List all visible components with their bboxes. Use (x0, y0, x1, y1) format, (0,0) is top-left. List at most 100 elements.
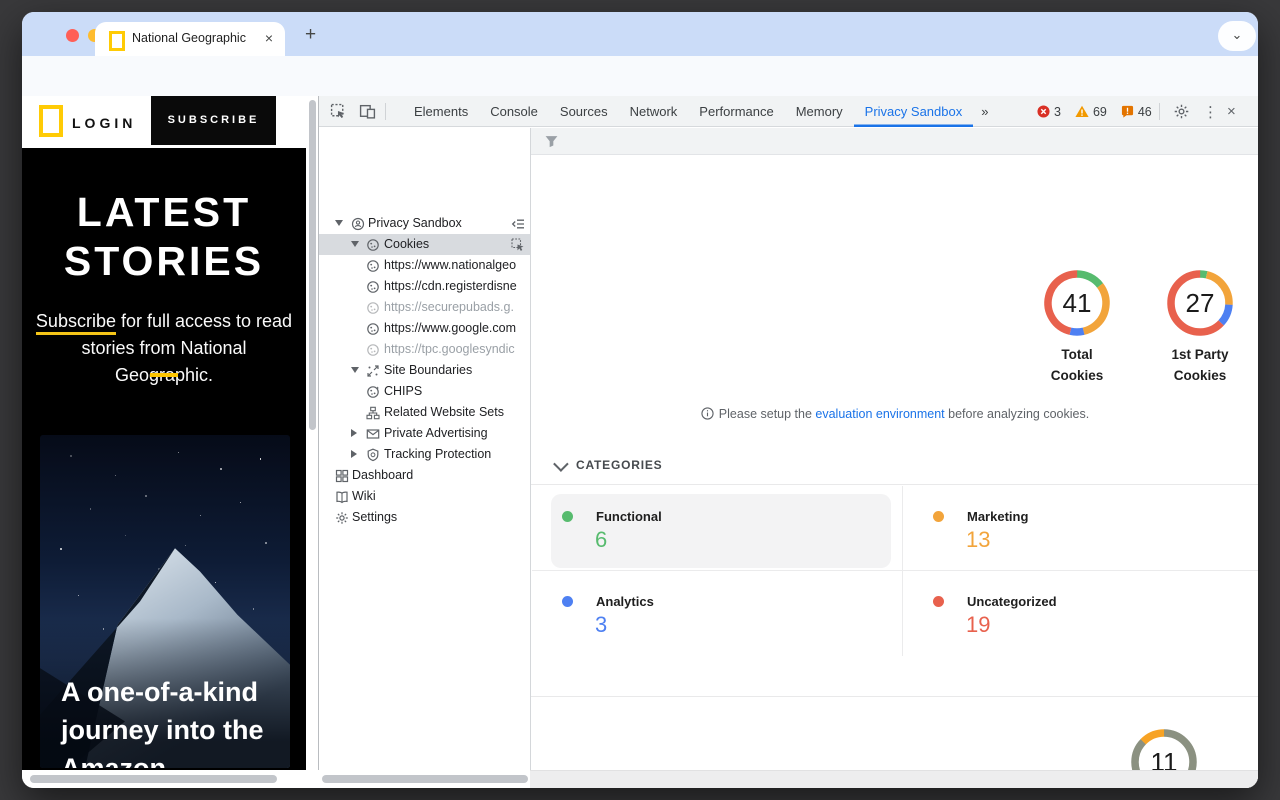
tree-item-dashboard[interactable]: Dashboard (319, 465, 531, 486)
tree-item-label: https://cdn.registerdisne (384, 279, 517, 293)
inspect-element-icon[interactable] (330, 103, 347, 120)
devtools-tab-privacy-sandbox[interactable]: Privacy Sandbox (854, 96, 974, 127)
devtools-settings-gear-icon[interactable] (1173, 103, 1190, 120)
shield-icon (366, 448, 380, 462)
bottom-scrollbar-strip (22, 770, 1258, 788)
site-vertical-scrollbar[interactable] (306, 96, 318, 770)
browser-toolbar: ← → ↻ nationalgeographic.com ☆ 41 ⋮ (22, 56, 1258, 96)
expanded-arrow-icon[interactable] (351, 241, 359, 247)
donut-chart-1st-party-cookies: 27 (1164, 267, 1236, 339)
chevron-down-icon (553, 456, 569, 472)
tree-item-label: Cookies (384, 237, 429, 251)
tree-item-label: https://www.nationalgeo (384, 258, 516, 272)
browser-window: National Geographic × + ⌄ ← → ↻ national… (22, 12, 1258, 788)
devtools-tab-network[interactable]: Network (619, 96, 689, 127)
tree-hscroll-thumb[interactable] (322, 775, 528, 783)
latest-stories-heading: LATESTSTORIES (22, 188, 306, 286)
tree-item-label: CHIPS (384, 384, 422, 398)
expanded-arrow-icon[interactable] (335, 220, 343, 226)
category-color-dot (933, 511, 944, 522)
expanded-arrow-icon[interactable] (351, 367, 359, 373)
category-card-analytics[interactable]: Analytics3 (532, 571, 903, 656)
warning-icon (1075, 105, 1089, 118)
info-icon (701, 407, 714, 420)
collapsed-arrow-icon[interactable] (351, 450, 357, 458)
devtools-tab-elements[interactable]: Elements (403, 96, 479, 127)
donut-value: 27 (1164, 267, 1236, 339)
subscribe-link[interactable]: Subscribe (36, 311, 116, 335)
tree-item-cookies[interactable]: Cookies (319, 234, 531, 255)
inspect-icon[interactable] (511, 238, 525, 252)
private-ads-icon (366, 427, 380, 441)
category-color-dot (562, 596, 573, 607)
new-tab-button[interactable]: + (305, 24, 316, 46)
errors-badge[interactable]: 3 (1037, 105, 1061, 119)
category-card-uncategorized[interactable]: Uncategorized19 (903, 571, 1258, 656)
tab-search-chevron-icon[interactable]: ⌄ (1218, 21, 1256, 51)
tree-item-tracking-protection[interactable]: Tracking Protection (319, 444, 531, 465)
main-panel-hscroll-track[interactable] (530, 770, 1258, 788)
devtools-tab-sources[interactable]: Sources (549, 96, 619, 127)
privacy-sandbox-tree: Privacy Sandbox Cookies https://www.nation… (319, 128, 531, 770)
tab-close-icon[interactable]: × (265, 30, 273, 46)
devtools-tab-memory[interactable]: Memory (785, 96, 854, 127)
cookie-icon (366, 301, 380, 315)
site-boundaries-icon (366, 364, 380, 378)
tree-item-https-www-google-com[interactable]: https://www.google.com (319, 318, 531, 339)
devtools-panel: ElementsConsoleSourcesNetworkPerformance… (318, 96, 1258, 788)
donut-chart-blocked-cookies: 11 (1128, 726, 1200, 770)
tree-item-privacy-sandbox[interactable]: Privacy Sandbox (319, 213, 531, 234)
donut-label: 3rd PartyCookies (1242, 344, 1258, 386)
close-window-button[interactable] (66, 29, 79, 42)
devtools-tab-performance[interactable]: Performance (688, 96, 784, 127)
category-card-functional[interactable]: Functional6 (532, 486, 903, 571)
scrollbar-thumb[interactable] (309, 100, 316, 430)
tree-item-chips[interactable]: CHIPS (319, 381, 531, 402)
collapsed-arrow-icon[interactable] (351, 429, 357, 437)
device-toolbar-icon[interactable] (359, 103, 376, 120)
story-title[interactable]: A one-of-a-kind journey into the Amazon (61, 673, 269, 768)
tree-item-label: Privacy Sandbox (368, 216, 462, 230)
tree-item-https-securepubads-g[interactable]: https://securepubads.g. (319, 297, 531, 318)
tree-item-https-cdn-registerdisne[interactable]: https://cdn.registerdisne (319, 276, 531, 297)
donut-chart-total-cookies: 41 (1041, 267, 1113, 339)
devtools-tab-console[interactable]: Console (479, 96, 549, 127)
evaluation-environment-link[interactable]: evaluation environment (815, 407, 944, 421)
browser-tab[interactable]: National Geographic × (95, 22, 285, 56)
donut-label: 1st PartyCookies (1120, 344, 1258, 386)
login-button[interactable]: LOGIN (72, 115, 136, 131)
collapse-panel-icon[interactable] (511, 217, 525, 231)
devtools-close-icon[interactable]: × (1227, 96, 1236, 127)
site-hscroll-thumb[interactable] (30, 775, 277, 783)
category-count: 3 (595, 612, 607, 638)
cookie-icon (366, 322, 380, 336)
devtools-tabs: ElementsConsoleSourcesNetworkPerformance… (403, 96, 996, 127)
tree-item-label: Wiki (352, 489, 376, 503)
issues-icon (1121, 105, 1134, 118)
natgeo-logo[interactable] (39, 105, 63, 137)
tree-item-private-advertising[interactable]: Private Advertising (319, 423, 531, 444)
categories-section-header[interactable]: CATEGORIES (554, 458, 662, 472)
filter-funnel-icon[interactable] (544, 134, 559, 149)
tree-item-https-www-nationalgeo[interactable]: https://www.nationalgeo (319, 255, 531, 276)
more-tabs-icon[interactable]: » (973, 96, 996, 127)
category-label: Marketing (967, 509, 1028, 524)
warnings-badge[interactable]: 69 (1075, 105, 1107, 119)
category-count: 13 (966, 527, 990, 553)
tree-item-related-website-sets[interactable]: Related Website Sets (319, 402, 531, 423)
story-card[interactable]: A one-of-a-kind journey into the Amazon (40, 435, 290, 768)
category-count: 6 (595, 527, 607, 553)
subscribe-button[interactable]: SUBSCRIBE (151, 96, 276, 145)
tree-item-wiki[interactable]: Wiki (319, 486, 531, 507)
devtools-menu-icon[interactable]: ⋮ (1203, 96, 1218, 127)
gear-icon (335, 511, 349, 525)
tree-item-settings[interactable]: Settings (319, 507, 531, 528)
website-viewport: LOGIN SUBSCRIBE LATESTSTORIES Subscribe … (22, 96, 318, 770)
tree-item-https-tpc-googlesyndic[interactable]: https://tpc.googlesyndic (319, 339, 531, 360)
wiki-icon (335, 490, 349, 504)
issues-badge[interactable]: 46 (1121, 105, 1152, 119)
devtools-tabbar: ElementsConsoleSourcesNetworkPerformance… (319, 96, 1258, 127)
tab-strip: National Geographic × + ⌄ (22, 12, 1258, 56)
category-card-marketing[interactable]: Marketing 13 (903, 486, 1258, 571)
tree-item-site-boundaries[interactable]: Site Boundaries (319, 360, 531, 381)
